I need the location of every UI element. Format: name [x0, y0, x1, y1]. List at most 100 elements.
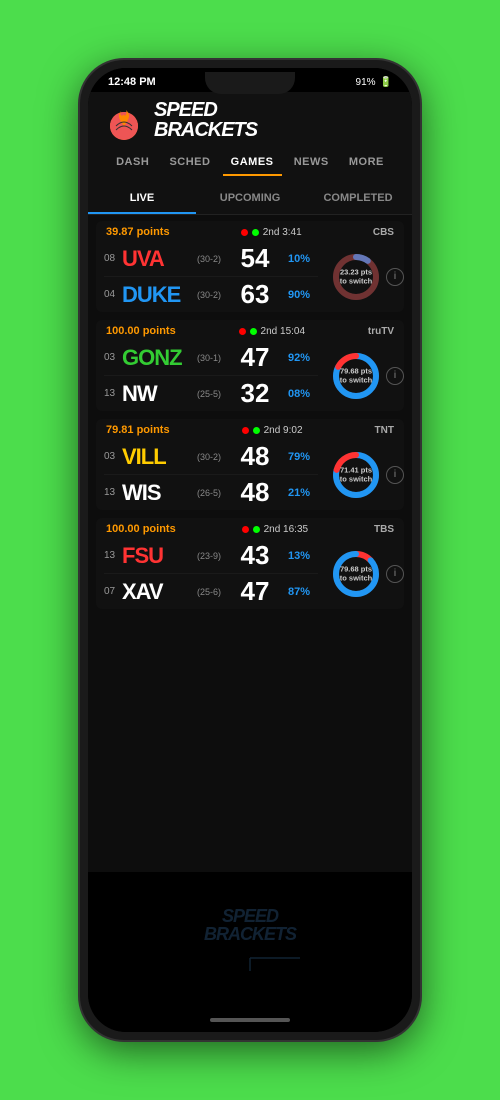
nav-games[interactable]: GAMES	[223, 150, 282, 176]
game-3-points: 79.81 points	[106, 424, 170, 436]
live-dot-red-2	[239, 328, 246, 335]
tab-completed[interactable]: COMPLETED	[304, 184, 412, 214]
logo-area: SPEED BRACKETS	[102, 98, 398, 142]
game-2-score1: 47	[235, 342, 275, 373]
footer-decoration	[190, 943, 310, 973]
game-1-row: 08 UVA (30-2) 54 10% 04 DUKE (30-2) 63	[96, 241, 404, 312]
game-3-info-button[interactable]: i	[386, 466, 404, 484]
app-footer: SPEED BRACKETS	[88, 872, 412, 1012]
game-2-team1-row: 03 GONZ (30-1) 47 92%	[96, 340, 326, 375]
game-4-quarter: 2nd 16:35	[264, 524, 309, 535]
game-2-record1: (30-1)	[197, 353, 235, 363]
game-card-4: 100.00 points 2nd 16:35 TBS 13 FSU (23-9…	[96, 518, 404, 609]
nav-dash[interactable]: DASH	[108, 150, 157, 176]
game-2-points: 100.00 points	[106, 325, 176, 337]
game-3-donut: 71.41 pts to switch	[330, 449, 382, 501]
game-3-score2: 48	[235, 477, 275, 508]
game-1-header: 39.87 points 2nd 3:41 CBS	[96, 221, 404, 241]
game-3-switch-text: 71.41 pts to switch	[340, 465, 373, 485]
game-2-record2: (25-5)	[197, 389, 235, 399]
game-2-abbr2: NW	[122, 381, 197, 407]
game-1-record2: (30-2)	[197, 290, 235, 300]
game-2-network: truTV	[368, 326, 394, 337]
battery-level: 91%	[356, 77, 376, 88]
game-3-pct1: 79%	[275, 451, 310, 463]
game-card-3: 79.81 points 2nd 9:02 TNT 03 VILL (30-2)	[96, 419, 404, 510]
game-3-seed1: 03	[104, 451, 122, 462]
game-1-abbr2: DUKE	[122, 282, 197, 308]
game-4-status: 2nd 16:35	[242, 524, 309, 535]
tab-live[interactable]: LIVE	[88, 184, 196, 214]
nav-bar: DASH SCHED GAMES NEWS MORE	[102, 150, 398, 176]
game-2-pct2: 08%	[275, 388, 310, 400]
game-4-team2-row: 07 XAV (25-6) 47 87%	[96, 574, 326, 609]
game-1-teams: 08 UVA (30-2) 54 10% 04 DUKE (30-2) 63	[96, 241, 326, 312]
game-2-info-button[interactable]: i	[386, 367, 404, 385]
game-3-abbr2: WIS	[122, 480, 197, 506]
game-2-switch-text: 79.68 pts to switch	[340, 366, 373, 386]
game-3-quarter: 2nd 9:02	[264, 425, 303, 436]
footer-logo-text: SPEED BRACKETS	[190, 907, 310, 943]
game-4-switch-text: 79.68 pts to switch	[340, 564, 373, 584]
home-indicator	[88, 1012, 412, 1032]
game-4-seed1: 13	[104, 550, 122, 561]
game-1-quarter: 2nd 3:41	[263, 227, 302, 238]
game-4-network: TBS	[374, 524, 394, 535]
live-dot-green-2	[250, 328, 257, 335]
game-1-abbr1: UVA	[122, 246, 197, 272]
game-4-pct1: 13%	[275, 550, 310, 562]
game-2-seed1: 03	[104, 352, 122, 363]
live-dot-red-4	[242, 526, 249, 533]
app-header: SPEED BRACKETS DASH SCHED GAMES NEWS MOR…	[88, 92, 412, 184]
status-time: 12:48 PM	[108, 76, 156, 88]
game-1-info-button[interactable]: i	[386, 268, 404, 286]
game-3-network: TNT	[375, 425, 394, 436]
game-4-donut: 79.68 pts to switch	[330, 548, 382, 600]
live-dot-green	[252, 229, 259, 236]
game-1-network: CBS	[373, 227, 394, 238]
game-3-row: 03 VILL (30-2) 48 79% 13 WIS (26-5) 48	[96, 439, 404, 510]
live-dot-red-3	[242, 427, 249, 434]
games-list: 39.87 points 2nd 3:41 CBS 08 UVA (30-2)	[88, 215, 412, 872]
battery-icon: 🔋	[380, 77, 392, 88]
game-3-teams: 03 VILL (30-2) 48 79% 13 WIS (26-5) 48	[96, 439, 326, 510]
nav-more[interactable]: MORE	[341, 150, 392, 176]
game-1-pct2: 90%	[275, 289, 310, 301]
game-4-header: 100.00 points 2nd 16:35 TBS	[96, 518, 404, 538]
game-3-seed2: 13	[104, 487, 122, 498]
game-1-points: 39.87 points	[106, 226, 170, 238]
game-3-header: 79.81 points 2nd 9:02 TNT	[96, 419, 404, 439]
nav-news[interactable]: NEWS	[286, 150, 337, 176]
live-dot-green-4	[253, 526, 260, 533]
game-4-pct2: 87%	[275, 586, 310, 598]
footer-logo: SPEED BRACKETS	[190, 907, 310, 978]
tab-upcoming[interactable]: UPCOMING	[196, 184, 304, 214]
game-card-1: 39.87 points 2nd 3:41 CBS 08 UVA (30-2)	[96, 221, 404, 312]
game-4-points: 100.00 points	[106, 523, 176, 535]
nav-sched[interactable]: SCHED	[161, 150, 218, 176]
game-4-row: 13 FSU (23-9) 43 13% 07 XAV (25-6) 47	[96, 538, 404, 609]
game-1-score1: 54	[235, 243, 275, 274]
game-1-seed1: 08	[104, 253, 122, 264]
game-3-record2: (26-5)	[197, 488, 235, 498]
game-3-record1: (30-2)	[197, 452, 235, 462]
game-2-team2-row: 13 NW (25-5) 32 08%	[96, 376, 326, 411]
notch	[205, 72, 295, 94]
game-2-row: 03 GONZ (30-1) 47 92% 13 NW (25-5) 32	[96, 340, 404, 411]
game-2-score2: 32	[235, 378, 275, 409]
game-1-team1-row: 08 UVA (30-2) 54 10%	[96, 241, 326, 276]
game-2-abbr1: GONZ	[122, 345, 197, 371]
game-3-score1: 48	[235, 441, 275, 472]
game-1-donut: 23.23 pts to switch	[330, 251, 382, 303]
game-2-switch: 79.68 pts to switch	[330, 350, 382, 402]
game-1-status: 2nd 3:41	[241, 227, 302, 238]
game-4-score2: 47	[235, 576, 275, 607]
game-2-donut: 79.68 pts to switch	[330, 350, 382, 402]
game-2-status: 2nd 15:04	[239, 326, 306, 337]
game-1-pct1: 10%	[275, 253, 310, 265]
game-4-info-button[interactable]: i	[386, 565, 404, 583]
game-2-pct1: 92%	[275, 352, 310, 364]
game-3-team2-row: 13 WIS (26-5) 48 21%	[96, 475, 326, 510]
game-1-switch-text: 23.23 pts to switch	[340, 267, 373, 287]
live-dot-red	[241, 229, 248, 236]
